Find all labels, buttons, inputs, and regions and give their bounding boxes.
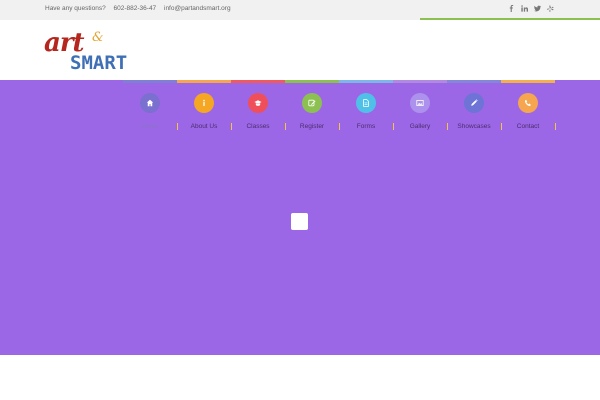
nav-label: About Us [190, 123, 218, 130]
nav-color-strip [285, 80, 339, 83]
nav-color-strip [339, 80, 393, 83]
nav-label: Classes [246, 123, 270, 130]
phone-icon[interactable] [518, 93, 538, 113]
info-icon[interactable] [194, 93, 214, 113]
nav-label: Home [141, 123, 159, 130]
phone-number[interactable]: 602-882-36-47 [114, 5, 157, 12]
yelp-icon[interactable] [547, 5, 554, 13]
nav-label: Showcases [457, 123, 491, 130]
logo[interactable]: art & SMART [44, 28, 136, 74]
nav-label: Forms [356, 123, 376, 130]
contact-info: Have any questions? 602-882-36-47 info@p… [45, 5, 237, 12]
edit-icon[interactable] [302, 93, 322, 113]
social-links [508, 5, 554, 13]
nav-label: Register [299, 123, 325, 130]
nav-color-strip [447, 80, 501, 83]
nav-color-strip [231, 80, 285, 83]
nav-item-about-us[interactable]: About Us [177, 80, 232, 136]
image-icon[interactable] [410, 93, 430, 113]
pencil-icon[interactable] [464, 93, 484, 113]
graduation-cap-icon[interactable] [248, 93, 268, 113]
email-link[interactable]: info@partandsmart.org [164, 5, 231, 12]
nav-item-contact[interactable]: Contact [501, 80, 556, 136]
nav-item-classes[interactable]: Classes [231, 80, 286, 136]
nav-item-home[interactable]: Home [123, 80, 178, 136]
loading-indicator [291, 213, 308, 230]
facebook-icon[interactable] [508, 5, 515, 13]
nav-color-strip [177, 80, 231, 83]
nav-item-gallery[interactable]: Gallery [393, 80, 448, 136]
nav-separator [555, 123, 556, 130]
main-nav: Home About Us Classes Register Forms Gallery S… [123, 80, 556, 136]
nav-label: Contact [516, 123, 540, 130]
top-bar: Have any questions? 602-882-36-47 info@p… [0, 0, 600, 20]
nav-color-strip [393, 80, 447, 83]
nav-color-strip [123, 80, 177, 83]
nav-item-register[interactable]: Register [285, 80, 340, 136]
linkedin-icon[interactable] [521, 5, 528, 13]
home-icon[interactable] [140, 93, 160, 113]
questions-text: Have any questions? [45, 5, 106, 12]
logo-smart-text: SMART [70, 52, 128, 74]
nav-label: Gallery [409, 123, 431, 130]
logo-amp-text: & [92, 30, 104, 45]
nav-color-strip [501, 80, 555, 83]
nav-item-showcases[interactable]: Showcases [447, 80, 502, 136]
twitter-icon[interactable] [534, 5, 541, 13]
nav-item-forms[interactable]: Forms [339, 80, 394, 136]
document-icon[interactable] [356, 93, 376, 113]
